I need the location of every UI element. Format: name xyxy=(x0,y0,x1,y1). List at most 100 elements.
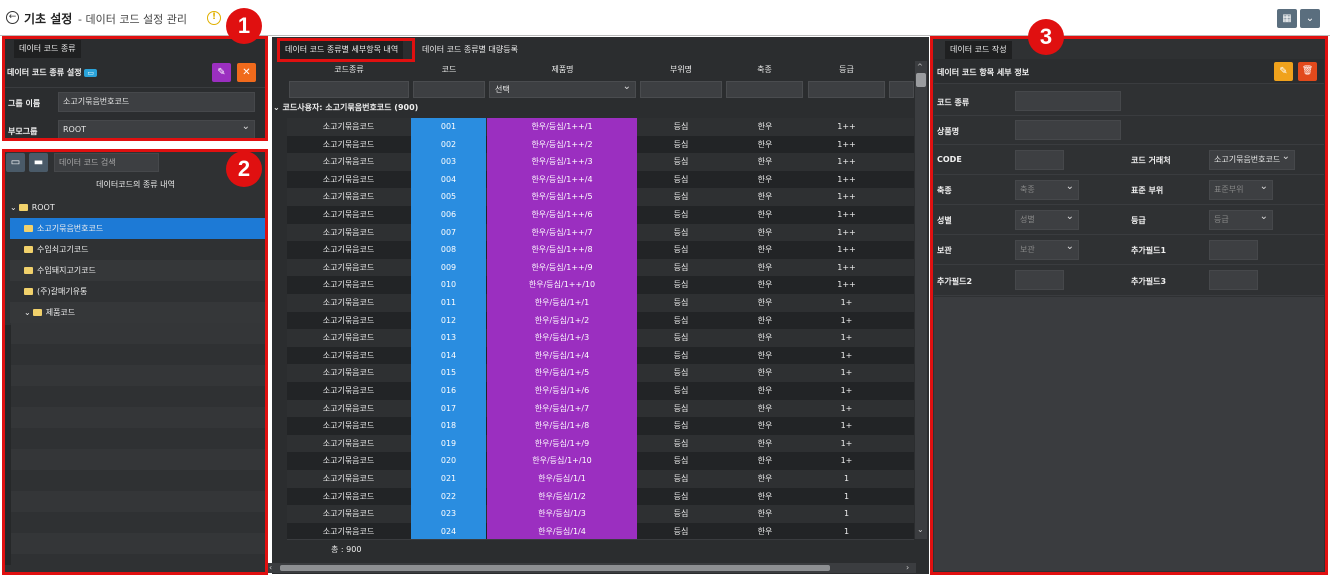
col-grade-header[interactable]: 등급 xyxy=(808,62,885,78)
vertical-scrollbar[interactable]: ^ ⌄ xyxy=(915,61,927,539)
group-name-label: 그룹 이름 xyxy=(8,99,41,108)
cell-grade: 1++ xyxy=(837,139,856,149)
delete-icon[interactable]: ✕ xyxy=(237,63,256,82)
table-row[interactable]: 소고기묶음코드 005 한우/등심/1++/5 등심 한우 1++ xyxy=(287,188,914,206)
delete-icon[interactable]: 🗑 xyxy=(1298,62,1317,81)
col-product-name-header[interactable]: 제품명 xyxy=(489,62,636,78)
filter-extra[interactable] xyxy=(889,81,914,98)
tab-detail-items[interactable]: 데이터 코드 종류별 세부항목 내역 xyxy=(280,41,404,59)
cell-part-name: 등심 xyxy=(673,245,689,255)
code-type-input[interactable] xyxy=(1015,91,1121,111)
tree-item-imported-beef[interactable]: 수입쇠고기코드 xyxy=(10,239,268,260)
table-row[interactable]: 소고기묶음코드 016 한우/등심/1+/6 등심 한우 1+ xyxy=(287,382,914,400)
tree-item-label: 소고기묶음번호코드 xyxy=(37,224,104,233)
tree-item-beef-bundle[interactable]: 소고기묶음번호코드 xyxy=(10,218,268,239)
product-name-input[interactable] xyxy=(1015,120,1121,140)
h-scroll-thumb[interactable] xyxy=(280,565,830,571)
tree-empty-row xyxy=(11,554,267,575)
scroll-up-icon[interactable]: ^ xyxy=(917,63,925,71)
cell-code: 012 xyxy=(411,311,486,330)
cell-part-name: 등심 xyxy=(673,333,689,343)
collapse-icon[interactable]: ⌄ xyxy=(273,103,280,112)
grid-view-button[interactable]: ▦ xyxy=(1277,9,1297,28)
table-row[interactable]: 소고기묶음코드 011 한우/등심/1+/1 등심 한우 1+ xyxy=(287,294,914,312)
table-row[interactable]: 소고기묶음코드 015 한우/등심/1+/5 등심 한우 1+ xyxy=(287,364,914,382)
cell-grade: 1++ xyxy=(837,280,856,290)
tree-empty-row xyxy=(11,491,267,512)
table-row[interactable]: 소고기묶음코드 008 한우/등심/1++/8 등심 한우 1++ xyxy=(287,241,914,259)
group-name-input[interactable]: 소고기묶음번호코드 xyxy=(58,92,255,112)
parent-group-select[interactable]: ROOT xyxy=(58,118,255,140)
extra1-input[interactable] xyxy=(1209,240,1258,260)
table-row[interactable]: 소고기묶음코드 014 한우/등심/1+/4 등심 한우 1+ xyxy=(287,346,914,365)
cell-species: 한우 xyxy=(757,474,773,483)
table-row[interactable]: 소고기묶음코드 012 한우/등심/1+/2 등심 한우 1+ xyxy=(287,311,914,330)
tree-item-product-code[interactable]: ⌄ 제품코드 xyxy=(10,302,268,323)
filter-code[interactable] xyxy=(413,81,485,98)
scroll-right-icon[interactable]: › xyxy=(906,563,909,572)
table-row[interactable]: 소고기묶음코드 003 한우/등심/1++/3 등심 한우 1++ xyxy=(287,153,914,171)
table-row[interactable]: 소고기묶음코드 024 한우/등심/1/4 등심 한우 1 xyxy=(287,522,914,541)
cell-part-name: 등심 xyxy=(673,456,689,466)
col-species-header[interactable]: 축종 xyxy=(726,62,803,78)
table-row[interactable]: 소고기묶음코드 001 한우/등심/1++/1 등심 한우 1++ xyxy=(287,118,914,136)
cell-extra xyxy=(888,312,914,330)
tab-bulk-register[interactable]: 데이터 코드 종류별 대량등록 xyxy=(417,41,523,59)
extra3-input[interactable] xyxy=(1209,270,1258,290)
expand-icon[interactable]: ⌄ xyxy=(24,308,31,317)
dropdown-button[interactable]: ⌄ xyxy=(1300,9,1320,28)
annotation-badge-3: 3 xyxy=(1028,19,1064,55)
tree-item-imported-pork[interactable]: 수입돼지고기코드 xyxy=(10,260,268,281)
filter-species[interactable] xyxy=(726,81,803,98)
tab-code-write[interactable]: 데이터 코드 작성 xyxy=(945,41,1012,59)
edit-icon[interactable]: ✎ xyxy=(212,63,231,82)
cell-part-name: 등심 xyxy=(673,280,689,290)
filter-grade[interactable] xyxy=(808,81,885,98)
filter-product-select[interactable]: 선택 xyxy=(489,79,636,98)
scroll-down-icon[interactable]: ⌄ xyxy=(917,525,925,534)
tree-item-galmaegi[interactable]: (주)갈매기유통 xyxy=(10,281,268,302)
table-row[interactable]: 소고기묶음코드 017 한우/등심/1+/7 등심 한우 1+ xyxy=(287,399,914,418)
storage-select[interactable]: 보관 xyxy=(1015,238,1079,260)
table-row[interactable]: 소고기묶음코드 013 한우/등심/1+/3 등심 한우 1+ xyxy=(287,329,914,347)
folder-icon[interactable]: ▭ xyxy=(6,153,25,172)
table-row[interactable]: 소고기묶음코드 021 한우/등심/1/1 등심 한우 1 xyxy=(287,470,914,488)
scroll-thumb[interactable] xyxy=(916,73,926,87)
table-row[interactable]: 소고기묶음코드 006 한우/등심/1++/6 등심 한우 1++ xyxy=(287,206,914,224)
table-row[interactable]: 소고기묶음코드 002 한우/등심/1++/2 등심 한우 1++ xyxy=(287,135,914,154)
table-row[interactable]: 소고기묶음코드 018 한우/등심/1+/8 등심 한우 1+ xyxy=(287,417,914,435)
col-code-type-header[interactable]: 코드종류 xyxy=(289,62,409,78)
table-row[interactable]: 소고기묶음코드 023 한우/등심/1/3 등심 한우 1 xyxy=(287,505,914,523)
col-part-name-header[interactable]: 부위명 xyxy=(640,62,722,78)
vendor-select[interactable]: 소고기묶음번호코드 xyxy=(1209,150,1295,170)
table-row[interactable]: 소고기묶음코드 007 한우/등심/1++/7 등심 한우 1++ xyxy=(287,223,914,242)
horizontal-scrollbar[interactable]: ‹ › xyxy=(266,563,916,573)
cell-part-name: 등심 xyxy=(673,421,689,431)
expand-icon[interactable]: ⌄ xyxy=(10,203,17,212)
table-row[interactable]: 소고기묶음코드 004 한우/등심/1++/4 등심 한우 1++ xyxy=(287,170,914,189)
species-select[interactable]: 축종 xyxy=(1015,178,1079,200)
edit-icon[interactable]: ✎ xyxy=(1274,62,1293,81)
back-icon[interactable]: ← xyxy=(6,11,19,24)
scroll-left-icon[interactable]: ‹ xyxy=(269,563,272,572)
extra2-input[interactable] xyxy=(1015,270,1064,290)
col-code-header[interactable]: 코드 xyxy=(413,62,485,78)
grade-select[interactable]: 등급 xyxy=(1209,208,1273,230)
table-row[interactable]: 소고기묶음코드 020 한우/등심/1+/10 등심 한우 1+ xyxy=(287,452,914,470)
code-input[interactable] xyxy=(1015,150,1064,170)
group-row-header[interactable]: ⌄ 코드사용자: 소고기묶음번호코드 (900) xyxy=(273,102,418,113)
gender-select[interactable]: 성별 xyxy=(1015,208,1079,230)
open-folder-icon[interactable]: ▬ xyxy=(29,153,48,172)
cell-code-type: 소고기묶음코드 xyxy=(322,350,375,360)
table-row[interactable]: 소고기묶음코드 019 한우/등심/1+/9 등심 한우 1+ xyxy=(287,434,914,453)
tree-item-root[interactable]: ⌄ ROOT xyxy=(10,197,268,218)
filter-code-type[interactable] xyxy=(289,81,409,98)
code-search-input[interactable]: 데이터 코드 검색 xyxy=(54,153,159,172)
filter-part[interactable] xyxy=(640,81,722,98)
tab-code-type[interactable]: 데이터 코드 종류 xyxy=(14,40,81,58)
std-part-select[interactable]: 표준부위 xyxy=(1209,178,1273,200)
warning-icon[interactable]: ! xyxy=(207,11,221,25)
table-row[interactable]: 소고기묶음코드 009 한우/등심/1++/9 등심 한우 1++ xyxy=(287,258,914,277)
table-row[interactable]: 소고기묶음코드 010 한우/등심/1++/10 등심 한우 1++ xyxy=(287,276,914,294)
table-row[interactable]: 소고기묶음코드 022 한우/등심/1/2 등심 한우 1 xyxy=(287,487,914,506)
